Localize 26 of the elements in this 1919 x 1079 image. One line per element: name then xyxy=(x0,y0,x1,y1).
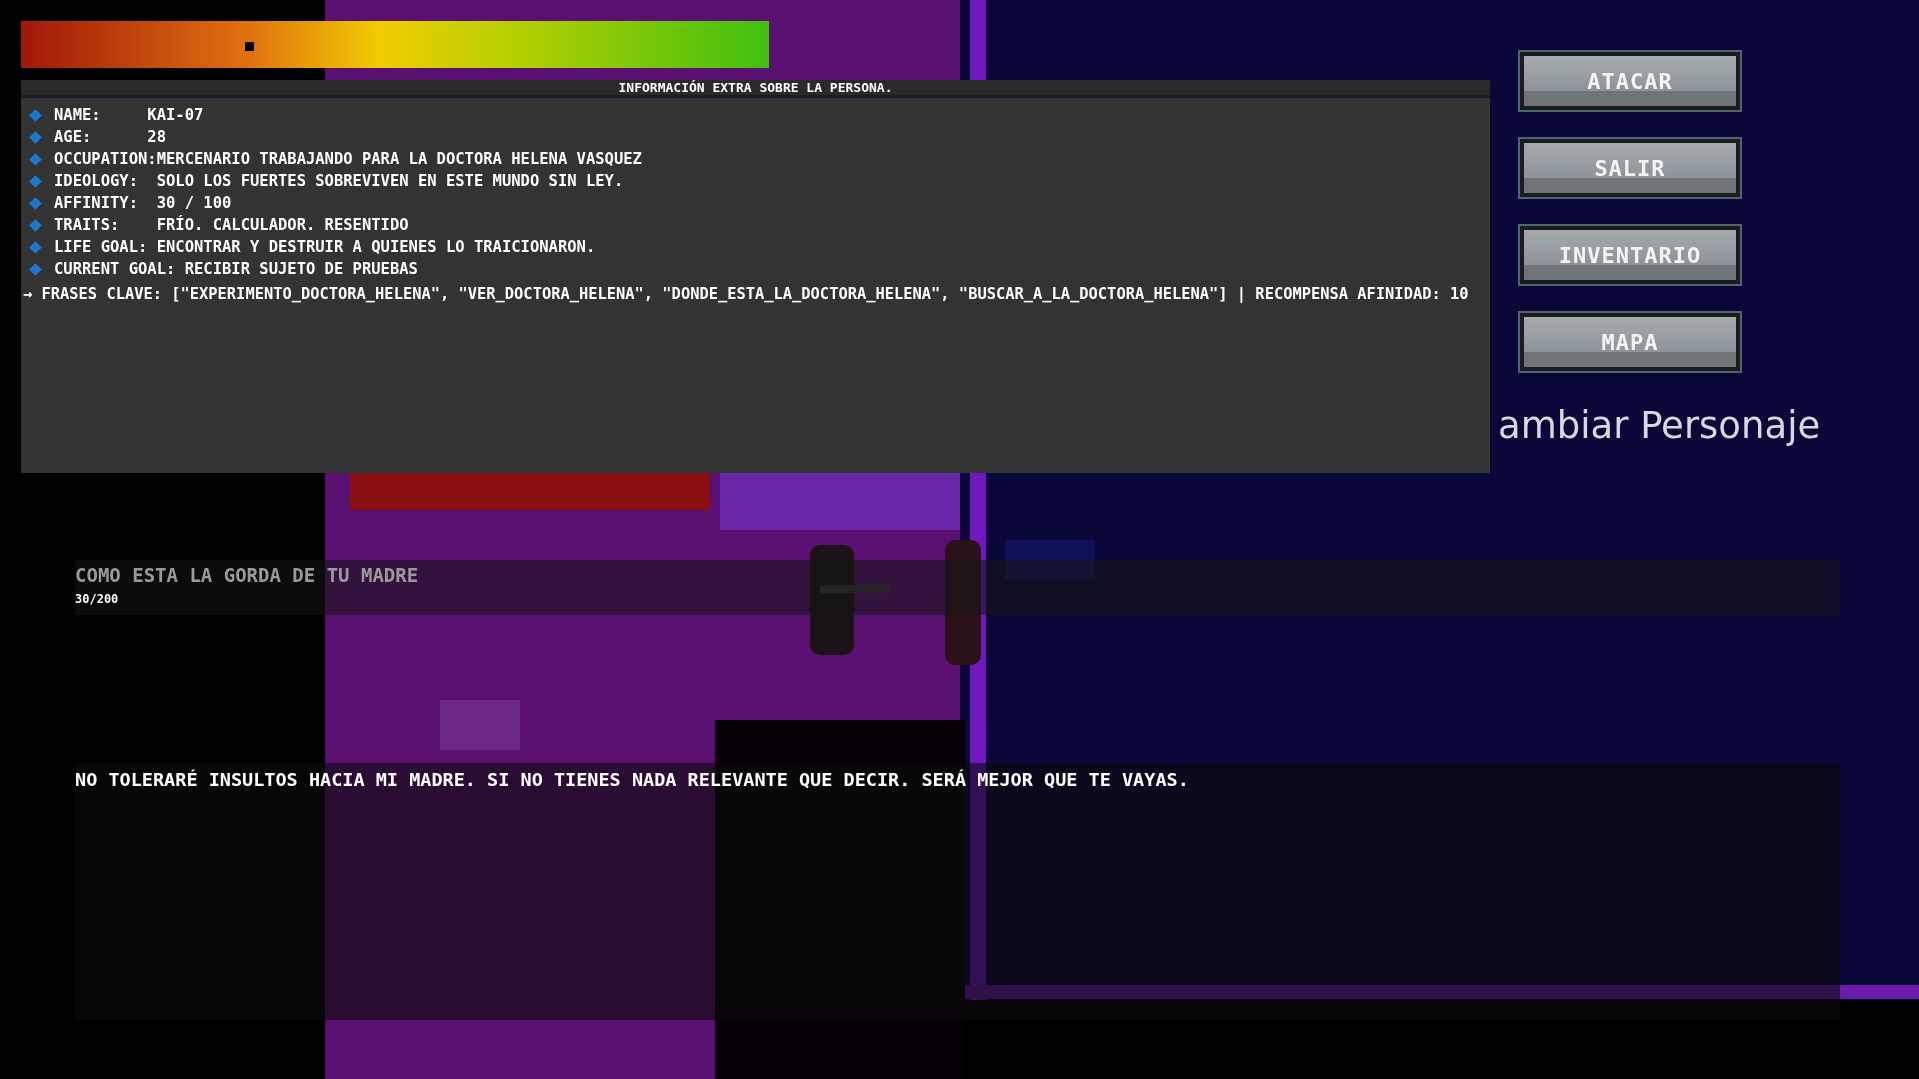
key-phrases: → FRASES CLAVE: ["EXPERIMENTO_DOCTORA_HELENA", "VER_DOCTORA_HELENA", "DONDE_ESTA_LA_DOCTORA_HELENA", "BUSCAR_A_LA_DOCTORA_HELENA"] | RECOMPENSA AFINIDAD: 10 xyxy=(22,284,1470,303)
bullet-icon xyxy=(29,262,42,276)
info-line: NAME: KAI-07 xyxy=(54,106,204,124)
info-line: IDEOLOGY: SOLO LOS FUERTES SOBREVIVEN EN ESTE MUNDO SIN LEY. xyxy=(54,172,624,190)
menu-button[interactable]: MAPA xyxy=(1520,313,1740,371)
info-line: OCCUPATION:MERCENARIO TRABAJANDO PARA LA DOCTORA HELENA VASQUEZ xyxy=(54,150,642,168)
response-text: NO TOLERARÉ INSULTOS HACIA MI MADRE. SI NO TIENES NADA RELEVANTE QUE DECIR. SERÁ MEJOR QUE TE VAYAS. xyxy=(75,769,1189,790)
info-line: CURRENT GOAL: RECIBIR SUJETO DE PRUEBAS xyxy=(54,260,418,278)
info-line: AFFINITY: 30 / 100 xyxy=(54,194,232,212)
bullet-icon xyxy=(29,130,42,144)
info-line: AGE: 28 xyxy=(54,128,166,146)
bullet-icon xyxy=(29,152,42,166)
menu-button[interactable]: SALIR xyxy=(1520,139,1740,197)
bullet-icon xyxy=(29,174,42,188)
bullet-icon xyxy=(29,218,42,232)
panel-title: INFORMACIÓN EXTRA SOBRE LA PERSONA. xyxy=(21,80,1490,98)
switch-character-link[interactable]: ambiar Personaje xyxy=(1498,404,1821,447)
menu-button[interactable]: INVENTARIO xyxy=(1520,226,1740,284)
info-line: TRAITS: FRÍO. CALCULADOR. RESENTIDO xyxy=(54,216,409,234)
menu-button[interactable]: ATACAR xyxy=(1520,52,1740,110)
bullet-icon xyxy=(29,108,42,122)
info-line: LIFE GOAL: ENCONTRAR Y DESTRUIR A QUIENES LO TRAICIONARON. xyxy=(54,238,596,256)
chat-input[interactable]: COMO ESTA LA GORDA DE TU MADRE xyxy=(75,560,775,586)
bullet-icon xyxy=(29,240,42,254)
bullet-icon xyxy=(29,196,42,210)
char-counter: 30/200 xyxy=(75,591,120,606)
